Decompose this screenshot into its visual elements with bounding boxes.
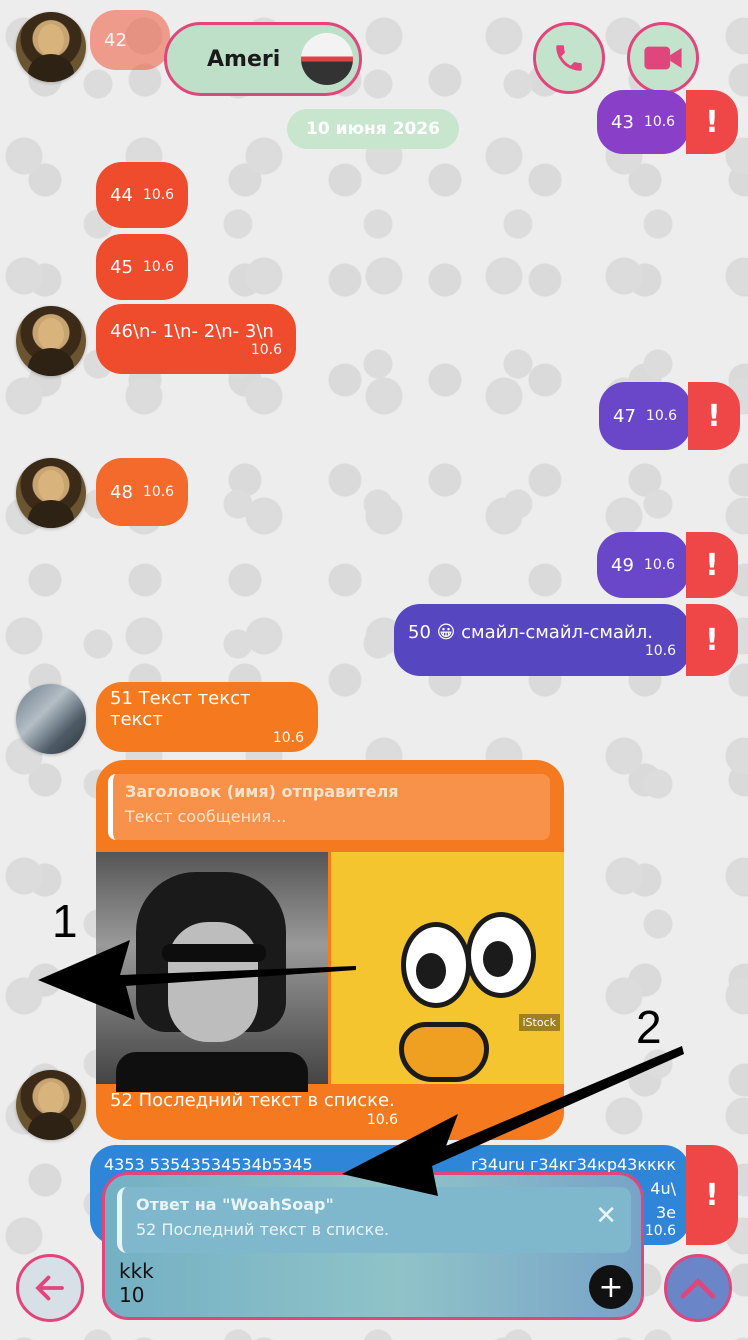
annotation-arrow-1 [38,940,356,1020]
annotation-label-1: 1 [52,895,78,947]
arrow-left-icon [35,1275,64,1301]
avatar[interactable] [16,684,86,754]
watermark: iStock [518,1014,560,1031]
message-text: 43 [611,111,634,133]
contact-avatar [301,33,353,85]
message-time: 10.6 [142,484,175,500]
message-bubble-48[interactable]: 48 10.6 [96,458,188,526]
call-button[interactable] [533,22,605,94]
message-time: 10.6 [272,730,304,746]
avatar[interactable] [16,458,86,528]
message-text: 49 [611,554,634,576]
error-indicator[interactable]: ! [686,604,738,676]
error-indicator[interactable]: ! [686,532,738,598]
close-icon[interactable]: ✕ [595,1201,617,1231]
message-time: 10.6 [644,1223,676,1239]
message-text: 45 [110,256,133,278]
error-indicator[interactable]: ! [688,382,740,450]
reply-preview-text: 52 Последний текст в списке. [136,1220,390,1239]
message-text: 50 😀 смайл-смайл-смайл. [408,621,653,643]
reply-text: Текст сообщения... [125,807,287,826]
scroll-up-button[interactable] [664,1254,732,1322]
quoted-reply[interactable]: Заголовок (имя) отправителя Текст сообще… [108,774,550,840]
message-text: 44 [110,184,133,206]
message-time: 10.6 [644,642,676,659]
phone-icon [556,45,582,71]
message-bubble-46[interactable]: 46\n- 1\n- 2\n- 3\n 10.6 [96,304,296,374]
message-bubble-47[interactable]: 47 10.6 [599,382,691,450]
message-bubble-49[interactable]: 49 10.6 [597,532,689,598]
avatar[interactable] [16,12,86,82]
avatar[interactable] [16,306,86,376]
message-time: 10.6 [250,341,282,358]
plus-icon[interactable]: + [589,1265,633,1309]
message-text: 51 Текст текст текст [110,688,251,730]
message-time: 10.6 [645,408,678,424]
message-time: 10.6 [142,187,175,203]
annotation-label-2: 2 [636,1001,662,1053]
message-bubble-51[interactable]: 51 Текст текст текст 10.6 [96,682,318,752]
video-camera-icon [644,46,682,70]
video-call-button[interactable] [627,22,699,94]
message-text: 46\n- 1\n- 2\n- 3\n [110,320,274,342]
message-bubble-50[interactable]: 50 😀 смайл-смайл-смайл. 10.6 [394,604,690,676]
message-time: 10.6 [643,114,676,130]
message-time: 10.6 [643,557,676,573]
annotation-arrow-2 [342,1046,684,1196]
message-bubble-42[interactable]: 42 [90,10,170,70]
date-separator: 10 июня 2026 [287,109,459,149]
message-bubble-44[interactable]: 44 10.6 [96,162,188,228]
avatar[interactable] [16,1070,86,1140]
chat-title-pill[interactable]: Ameri [164,22,362,96]
message-text: 48 [110,481,133,503]
contact-name: Ameri [207,46,281,72]
message-bubble-45[interactable]: 45 10.6 [96,234,188,300]
message-text: 42 [104,29,127,51]
message-time: 10.6 [142,259,175,275]
message-input[interactable]: kkk 10 [119,1259,559,1307]
message-text-right: 3e [655,1203,676,1222]
message-bubble-43[interactable]: 43 10.6 [597,90,689,154]
back-button[interactable] [16,1254,84,1322]
reply-title: Заголовок (имя) отправителя [125,782,399,801]
error-indicator[interactable]: ! [686,90,738,154]
error-indicator[interactable]: ! [686,1145,738,1245]
message-text: 47 [613,405,636,427]
chevron-up-icon [680,1278,716,1299]
